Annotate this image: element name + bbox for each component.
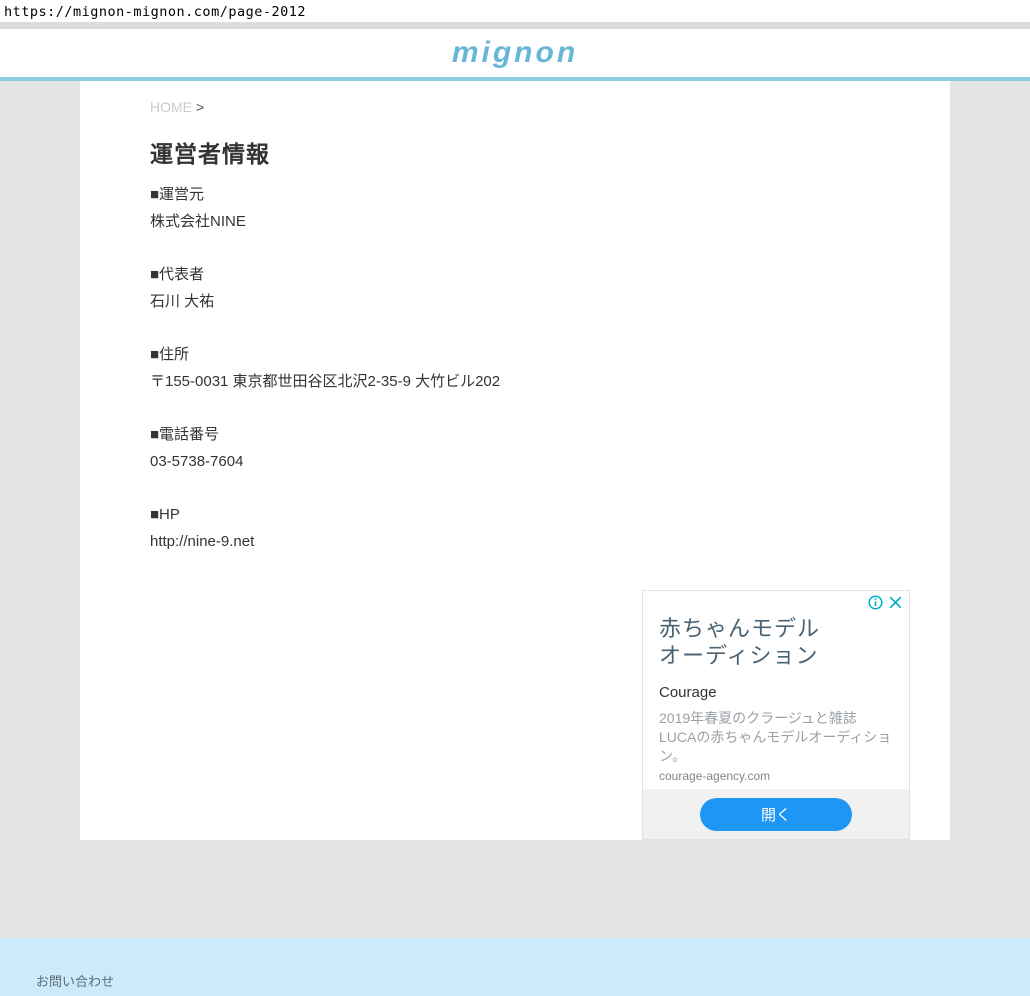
info-section-phone: ■電話番号 03-5738-7604 (150, 421, 880, 475)
footer-contact-link[interactable]: お問い合わせ (36, 971, 114, 990)
site-footer: お問い合わせ (0, 938, 1030, 996)
breadcrumb-separator: > (196, 99, 204, 115)
info-value: 株式会社NINE (150, 208, 880, 235)
info-section-representative: ■代表者 石川 大祐 (150, 261, 880, 315)
info-label: ■HP (150, 501, 880, 528)
site-logo[interactable]: mignon (452, 36, 578, 70)
ad-cta-strip: 開く (643, 789, 909, 839)
ad-content: 赤ちゃんモデル オーディション Courage 2019年春夏のクラージュと雑誌… (643, 591, 909, 783)
window-divider (0, 22, 1030, 29)
breadcrumb-home-link[interactable]: HOME (150, 99, 192, 115)
ad-open-button[interactable]: 開く (700, 798, 852, 831)
breadcrumb: HOME> (150, 100, 880, 115)
info-label: ■代表者 (150, 261, 880, 288)
info-label: ■電話番号 (150, 421, 880, 448)
ad-description: 2019年春夏のクラージュと雑誌LUCAの赤ちゃんモデルオーディション。 (659, 709, 893, 766)
info-section-operator: ■運営元 株式会社NINE (150, 181, 880, 235)
info-value: 03-5738-7604 (150, 448, 880, 475)
ad-info-icon[interactable] (868, 595, 883, 615)
info-value: http://nine-9.net (150, 528, 880, 555)
site-header: mignon (0, 29, 1030, 81)
info-value: 〒155-0031 東京都世田谷区北沢2-35-9 大竹ビル202 (150, 368, 880, 395)
ad-advertiser[interactable]: Courage (659, 684, 893, 701)
ad-banner[interactable]: 赤ちゃんモデル オーディション Courage 2019年春夏のクラージュと雑誌… (642, 590, 910, 840)
page-title: 運営者情報 (150, 140, 880, 168)
browser-url[interactable]: https://mignon-mignon.com/page-2012 (4, 4, 306, 20)
info-label: ■住所 (150, 341, 880, 368)
info-value: 石川 大祐 (150, 288, 880, 315)
info-label: ■運営元 (150, 181, 880, 208)
ad-choices (868, 595, 903, 615)
ad-title[interactable]: 赤ちゃんモデル オーディション (659, 615, 893, 669)
page-background: HOME> 運営者情報 ■運営元 株式会社NINE ■代表者 石川 大祐 ■住所… (0, 81, 1030, 938)
info-section-website: ■HP http://nine-9.net (150, 501, 880, 555)
main-content: HOME> 運営者情報 ■運営元 株式会社NINE ■代表者 石川 大祐 ■住所… (80, 81, 950, 840)
ad-close-icon[interactable] (888, 595, 903, 615)
ad-domain[interactable]: courage-agency.com (659, 769, 893, 783)
info-section-address: ■住所 〒155-0031 東京都世田谷区北沢2-35-9 大竹ビル202 (150, 341, 880, 395)
